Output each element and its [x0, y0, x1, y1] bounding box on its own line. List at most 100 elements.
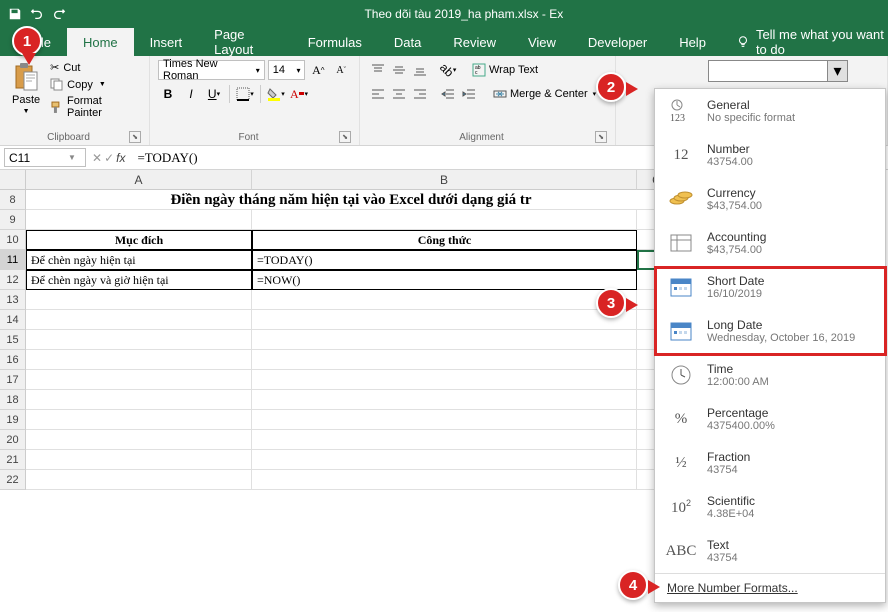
redo-icon[interactable] [52, 7, 66, 21]
copy-button[interactable]: Copy▼ [48, 77, 141, 92]
border-button[interactable]: ▾ [235, 84, 255, 104]
cell[interactable] [26, 410, 252, 430]
font-launcher[interactable]: ⬊ [339, 131, 351, 143]
format-option-fraction[interactable]: ½Fraction43754 [655, 441, 885, 485]
merged-title-cell[interactable]: Điền ngày tháng năm hiện tại vào Excel d… [26, 190, 677, 210]
cut-button[interactable]: ✂Cut [48, 60, 141, 75]
row-header[interactable]: 11 [0, 250, 26, 270]
alignment-launcher[interactable]: ⬊ [595, 131, 607, 143]
cell[interactable] [26, 370, 252, 390]
format-option-currency[interactable]: Currency$43,754.00 [655, 177, 885, 221]
cell[interactable] [26, 450, 252, 470]
cell[interactable] [252, 370, 637, 390]
column-header[interactable]: A [26, 170, 252, 190]
align-center-icon[interactable] [389, 84, 409, 104]
align-top-icon[interactable] [368, 60, 388, 80]
cell[interactable] [252, 390, 637, 410]
row-header[interactable]: 9 [0, 210, 26, 230]
fill-color-button[interactable]: ▾ [266, 84, 286, 104]
cell[interactable]: Để chèn ngày và giờ hiện tại [26, 270, 252, 290]
cell[interactable] [252, 470, 637, 490]
tab-review[interactable]: Review [437, 28, 512, 56]
format-option-scientific[interactable]: 102Scientific4.38E+04 [655, 485, 885, 529]
font-size-combo[interactable]: 14▾ [268, 60, 306, 80]
cell[interactable]: =TODAY() [252, 250, 637, 270]
decrease-font-icon[interactable]: Aˇ [331, 60, 351, 80]
row-header[interactable]: 21 [0, 450, 26, 470]
tell-me[interactable]: Tell me what you want to do [736, 28, 888, 56]
format-option-general[interactable]: 123GeneralNo specific format [655, 89, 885, 133]
row-header[interactable]: 16 [0, 350, 26, 370]
paste-button[interactable]: Paste ▼ [8, 60, 44, 120]
cell[interactable] [252, 290, 637, 310]
cell[interactable] [252, 210, 637, 230]
cell[interactable] [252, 450, 637, 470]
tab-developer[interactable]: Developer [572, 28, 663, 56]
name-box[interactable]: ▼ [4, 148, 86, 167]
cell[interactable] [252, 310, 637, 330]
tab-home[interactable]: Home [67, 28, 134, 56]
tab-help[interactable]: Help [663, 28, 722, 56]
cell[interactable] [252, 330, 637, 350]
enter-formula-icon[interactable]: ✓ [104, 151, 114, 165]
column-header[interactable]: B [252, 170, 637, 190]
row-header[interactable]: 17 [0, 370, 26, 390]
row-header[interactable]: 19 [0, 410, 26, 430]
row-header[interactable]: 20 [0, 430, 26, 450]
align-middle-icon[interactable] [389, 60, 409, 80]
increase-font-icon[interactable]: A^ [308, 60, 328, 80]
cell[interactable] [252, 410, 637, 430]
fx-icon[interactable]: fx [116, 151, 125, 165]
cell[interactable]: Mục đích [26, 230, 252, 250]
cell[interactable] [26, 350, 252, 370]
align-bottom-icon[interactable] [410, 60, 430, 80]
undo-icon[interactable] [30, 7, 44, 21]
decrease-indent-icon[interactable] [438, 84, 458, 104]
orientation-icon[interactable]: ab▾ [438, 60, 458, 80]
cell[interactable] [252, 350, 637, 370]
format-option-accounting[interactable]: Accounting$43,754.00 [655, 221, 885, 265]
row-header[interactable]: 14 [0, 310, 26, 330]
cell[interactable] [26, 330, 252, 350]
font-color-button[interactable]: A▾ [289, 84, 309, 104]
save-icon[interactable] [8, 7, 22, 21]
row-header[interactable]: 22 [0, 470, 26, 490]
select-all-corner[interactable] [0, 170, 26, 190]
cell[interactable]: Công thức [252, 230, 637, 250]
cell[interactable]: Để chèn ngày hiện tại [26, 250, 252, 270]
align-right-icon[interactable] [410, 84, 430, 104]
chevron-down-icon[interactable]: ▾ [827, 61, 847, 81]
bold-button[interactable]: B [158, 84, 178, 104]
cell[interactable] [252, 430, 637, 450]
format-option-long-date[interactable]: Long DateWednesday, October 16, 2019 [655, 309, 885, 353]
format-option-text[interactable]: ABCText43754 [655, 529, 885, 573]
format-option-percentage[interactable]: %Percentage4375400.00% [655, 397, 885, 441]
number-format-combo[interactable]: ▾ [708, 60, 848, 82]
more-number-formats[interactable]: More Number Formats... [655, 573, 885, 602]
tab-data[interactable]: Data [378, 28, 437, 56]
italic-button[interactable]: I [181, 84, 201, 104]
clipboard-launcher[interactable]: ⬊ [129, 131, 141, 143]
wrap-text-button[interactable]: abcWrap Text [468, 62, 542, 78]
row-header[interactable]: 10 [0, 230, 26, 250]
tab-file[interactable]: File [14, 28, 67, 56]
tab-pagelayout[interactable]: Page Layout [198, 28, 292, 56]
cancel-formula-icon[interactable]: ✕ [92, 151, 102, 165]
increase-indent-icon[interactable] [459, 84, 479, 104]
cell[interactable]: =NOW() [252, 270, 637, 290]
cell[interactable] [26, 310, 252, 330]
format-option-short-date[interactable]: Short Date16/10/2019 [655, 265, 885, 309]
tab-view[interactable]: View [512, 28, 572, 56]
cell[interactable] [26, 210, 252, 230]
tab-formulas[interactable]: Formulas [292, 28, 378, 56]
cell[interactable] [26, 390, 252, 410]
align-left-icon[interactable] [368, 84, 388, 104]
format-option-number[interactable]: 12Number43754.00 [655, 133, 885, 177]
font-name-combo[interactable]: Times New Roman▾ [158, 60, 265, 80]
tab-insert[interactable]: Insert [134, 28, 199, 56]
cell[interactable] [26, 470, 252, 490]
row-header[interactable]: 12 [0, 270, 26, 290]
row-header[interactable]: 13 [0, 290, 26, 310]
format-option-time[interactable]: Time12:00:00 AM [655, 353, 885, 397]
row-header[interactable]: 15 [0, 330, 26, 350]
